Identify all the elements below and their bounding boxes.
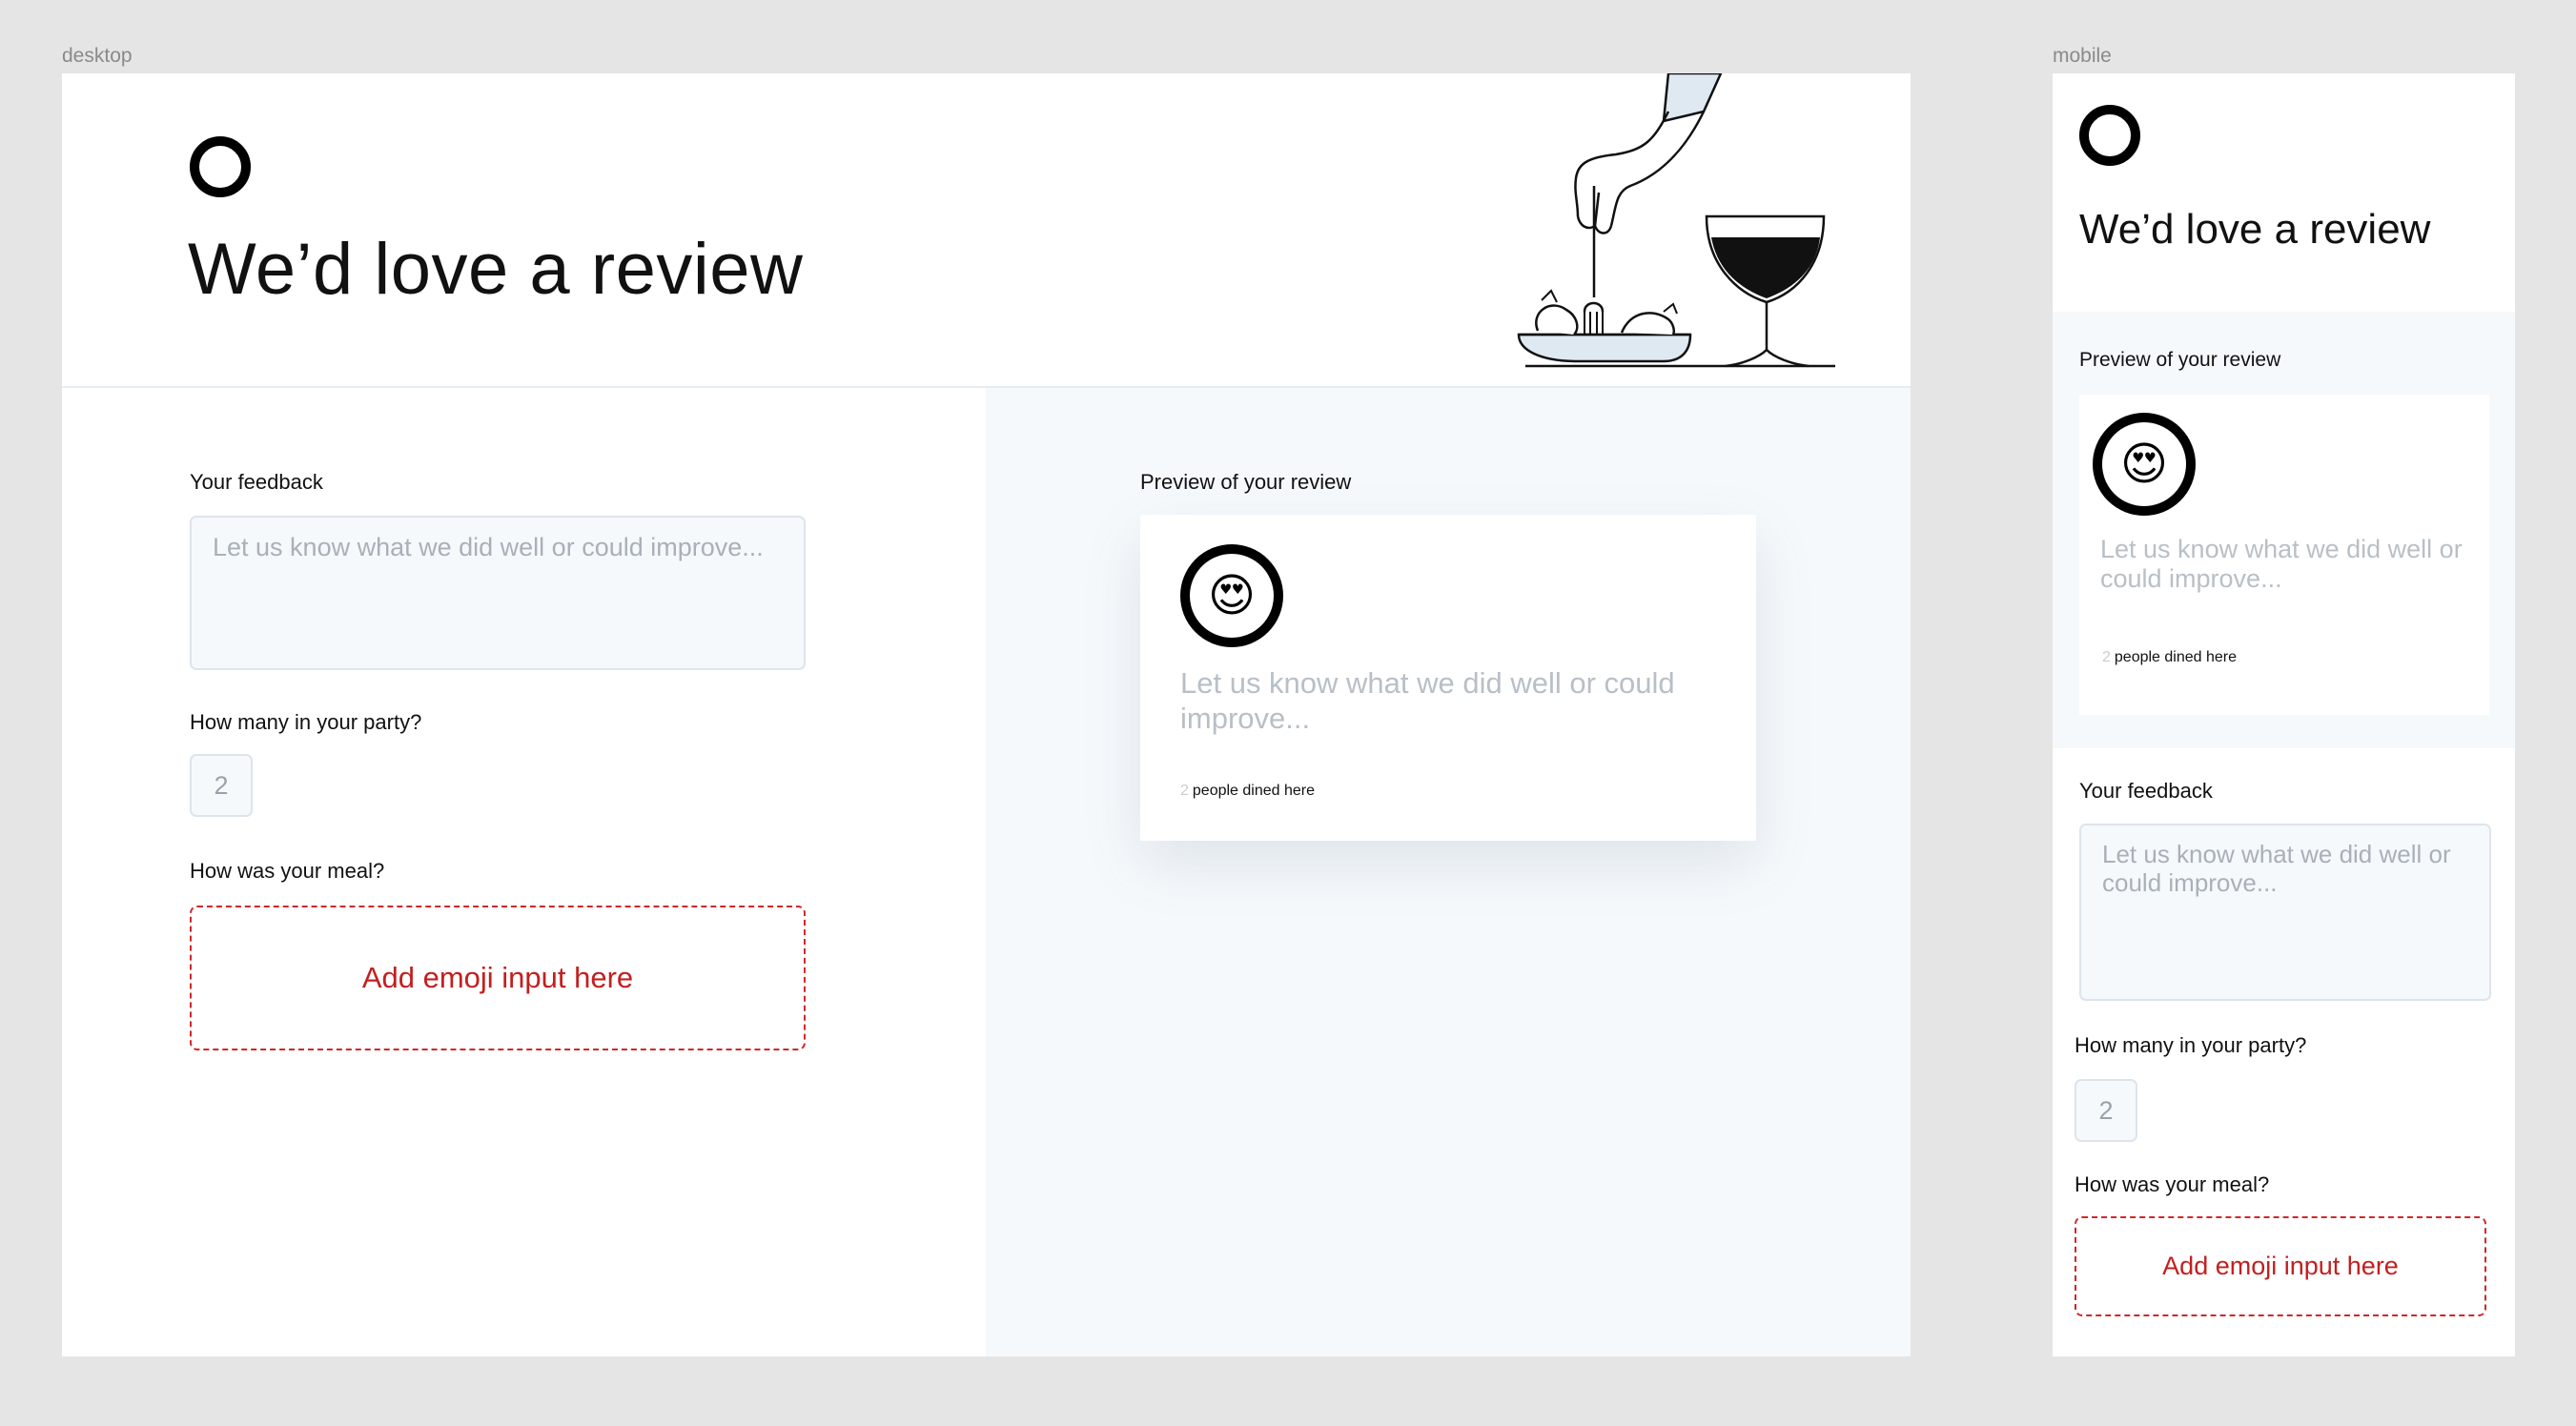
form-pane: Your feedback Let us know what we did we… (62, 388, 986, 1356)
party-label: How many in your party? (190, 710, 422, 734)
dined-summary: 2 people dined here (2102, 649, 2237, 666)
dined-text: people dined here (2114, 649, 2238, 665)
emoji-input-placeholder[interactable]: Add emoji input here (2075, 1216, 2486, 1316)
feedback-label: Your feedback (2079, 779, 2213, 803)
feedback-placeholder: Let us know what we did well or could im… (213, 533, 764, 561)
party-count: 2 (2102, 649, 2111, 665)
feedback-label: Your feedback (190, 470, 323, 494)
dining-illustration-icon (1517, 73, 1835, 368)
desktop-frame: We’d love a review Your feedback Let us … (62, 73, 1911, 1356)
preview-card: 😍 Let us know what we did well or could … (2079, 395, 2489, 715)
feedback-textarea[interactable]: Let us know what we did well or could im… (190, 516, 806, 670)
feedback-placeholder: Let us know what we did well or could im… (2102, 840, 2451, 897)
preview-card: 😍 Let us know what we did well or could … (1140, 515, 1756, 841)
party-label: How many in your party? (2075, 1033, 2307, 1057)
avatar: 😍 (2093, 413, 2196, 516)
party-count: 2 (1180, 783, 1189, 799)
mobile-frame: We’d love a review Preview of your revie… (2053, 73, 2515, 1356)
mobile-frame-label: mobile (2053, 45, 2112, 67)
desktop-frame-label: desktop (62, 45, 133, 67)
preview-section: Preview of your review 😍 Let us know wha… (2053, 312, 2515, 748)
dined-text: people dined here (1192, 783, 1316, 799)
emoji-input-placeholder[interactable]: Add emoji input here (190, 906, 806, 1050)
heart-eyes-emoji-icon: 😍 (2119, 439, 2169, 490)
preview-review-text: Let us know what we did well or could im… (1180, 666, 1675, 736)
ring-logo-icon[interactable] (2079, 105, 2140, 166)
ring-logo-icon[interactable] (190, 136, 251, 197)
mobile-header: We’d love a review (2053, 73, 2515, 312)
preview-review-text: Let us know what we did well or could im… (2100, 535, 2463, 594)
preview-pane: Preview of your review 😍 Let us know wha… (986, 388, 1911, 1356)
emoji-placeholder-text: Add emoji input here (2162, 1252, 2399, 1280)
dined-summary: 2 people dined here (1180, 783, 1315, 800)
preview-label: Preview of your review (2079, 349, 2281, 371)
feedback-textarea[interactable]: Let us know what we did well or could im… (2079, 824, 2491, 1001)
avatar: 😍 (1180, 544, 1283, 647)
heart-eyes-emoji-icon: 😍 (1207, 571, 1257, 621)
party-size-input[interactable]: 2 (190, 754, 253, 817)
desktop-header: We’d love a review (62, 73, 1911, 388)
emoji-placeholder-text: Add emoji input here (361, 961, 634, 994)
page-title: We’d love a review (188, 229, 804, 310)
meal-label: How was your meal? (190, 859, 385, 883)
meal-label: How was your meal? (2075, 1172, 2270, 1196)
preview-label: Preview of your review (1140, 470, 1352, 494)
party-size-input[interactable]: 2 (2075, 1079, 2137, 1142)
page-title: We’d love a review (2079, 206, 2431, 253)
